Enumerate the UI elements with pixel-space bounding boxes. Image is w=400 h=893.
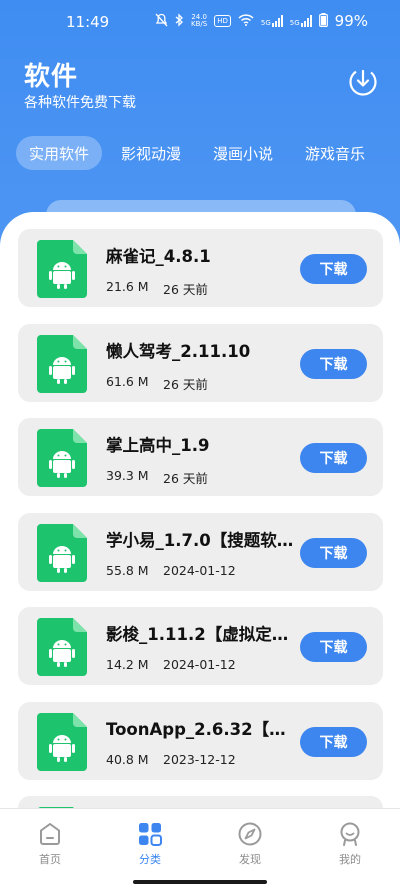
nav-home-label: 首页 xyxy=(39,853,61,866)
nav-profile-label: 我的 xyxy=(339,853,361,866)
tab-practical-software[interactable]: 实用软件 xyxy=(16,136,103,170)
app-name: 影梭_1.11.2【虚拟定位】 xyxy=(106,625,298,644)
signal-1: 5G xyxy=(261,15,283,27)
bluetooth-icon xyxy=(175,12,184,30)
app-list-sheet[interactable]: 麻雀记_4.8.1 21.6 M 26 天前 下载 懒人驾考_2.11.10 6… xyxy=(0,212,400,812)
page-subtitle: 各种软件免费下载 xyxy=(24,95,136,111)
download-button[interactable]: 下载 xyxy=(300,726,367,757)
page-title: 软件 xyxy=(24,62,79,92)
download-icon xyxy=(349,68,377,96)
app-date: 2023-12-12 xyxy=(163,751,236,767)
app-card[interactable]: 学小易_1.7.0【搜题软件】 55.8 M 2024-01-12 下载 xyxy=(18,512,383,591)
app-name: 麻雀记_4.8.1 xyxy=(106,247,211,266)
network-speed: 24.0 KB/S xyxy=(191,14,207,28)
category-grid-icon xyxy=(139,823,162,846)
app-size: 39.3 M xyxy=(106,468,149,483)
download-button[interactable]: 下载 xyxy=(300,537,367,568)
app-card[interactable]: ToonApp_2.6.32【专业版】 40.8 M 2023-12-12 下载 xyxy=(18,701,383,780)
signal-2: 5G xyxy=(290,15,312,27)
android-apk-file-icon xyxy=(37,523,87,582)
app-name: 懒人驾考_2.11.10 xyxy=(106,341,251,361)
download-button[interactable]: 下载 xyxy=(300,348,367,379)
app-date: 2024-01-12 xyxy=(163,657,236,672)
hd-badge: HD xyxy=(214,15,231,27)
bottom-navigation: 首页 分类 发现 我的 xyxy=(0,808,400,878)
android-apk-file-icon xyxy=(37,429,87,487)
compass-icon xyxy=(238,822,262,846)
android-apk-file-icon xyxy=(37,240,87,298)
nav-home[interactable]: 首页 xyxy=(0,809,100,878)
download-button[interactable]: 下载 xyxy=(300,632,367,662)
app-size: 61.6 M xyxy=(106,373,149,389)
nav-category[interactable]: 分类 xyxy=(100,809,200,878)
home-indicator[interactable] xyxy=(133,880,267,884)
app-name: 学小易_1.7.0【搜题软件】 xyxy=(106,530,298,550)
profile-icon xyxy=(340,822,360,846)
app-size: 55.8 M xyxy=(106,562,149,578)
app-card[interactable]: 懒人驾考_2.11.10 61.6 M 26 天前 下载 xyxy=(18,323,383,402)
app-date: 2024-01-12 xyxy=(163,562,236,578)
nav-profile[interactable]: 我的 xyxy=(300,809,400,878)
battery-icon xyxy=(318,12,328,30)
tab-comics-novels[interactable]: 漫画小说 xyxy=(200,136,286,170)
signal-bars-icon xyxy=(271,15,283,27)
app-card[interactable]: 影梭_1.11.2【虚拟定位】 14.2 M 2024-01-12 下载 xyxy=(18,607,383,685)
battery-percent: 99% xyxy=(334,12,368,30)
app-size: 14.2 M xyxy=(106,657,149,672)
nav-discover-label: 发现 xyxy=(239,853,261,866)
status-bar: 11:49 24.0 KB/S HD 5G 5G 99% xyxy=(0,0,400,44)
category-tabs: 实用软件 影视动漫 漫画小说 游戏音乐 xyxy=(16,136,378,170)
download-button[interactable]: 下载 xyxy=(300,254,367,284)
android-apk-file-icon xyxy=(37,334,87,393)
app-card[interactable]: 麻雀记_4.8.1 21.6 M 26 天前 下载 xyxy=(18,229,383,307)
app-list: 麻雀记_4.8.1 21.6 M 26 天前 下载 懒人驾考_2.11.10 6… xyxy=(18,229,383,812)
app-card[interactable]: 掌上高中_1.9 39.3 M 26 天前 下载 xyxy=(18,418,383,496)
tab-games-music[interactable]: 游戏音乐 xyxy=(292,136,378,170)
app-date: 26 天前 xyxy=(163,471,208,486)
signal-2-label: 5G xyxy=(289,19,300,27)
app-size: 40.8 M xyxy=(106,751,149,767)
app-name: ToonApp_2.6.32【专业版】 xyxy=(106,719,298,739)
home-icon xyxy=(40,823,60,845)
app-date: 26 天前 xyxy=(163,282,208,297)
nav-category-label: 分类 xyxy=(139,853,161,866)
app-date: 26 天前 xyxy=(163,376,208,392)
tab-film-anime[interactable]: 影视动漫 xyxy=(108,136,194,170)
download-button[interactable]: 下载 xyxy=(300,443,367,473)
mute-bell-icon xyxy=(155,13,168,30)
app-name: 掌上高中_1.9 xyxy=(106,436,210,455)
android-apk-file-icon xyxy=(37,712,87,771)
app-size: 21.6 M xyxy=(106,279,149,294)
android-apk-file-icon xyxy=(37,618,87,676)
download-manager-button[interactable] xyxy=(348,67,378,97)
nav-discover[interactable]: 发现 xyxy=(200,809,300,878)
signal-1-label: 5G xyxy=(260,19,271,27)
status-icons: 24.0 KB/S HD 5G 5G 99% xyxy=(155,12,368,30)
wifi-icon xyxy=(238,13,254,29)
status-time: 11:49 xyxy=(66,13,110,31)
signal-bars-icon xyxy=(300,15,312,27)
network-speed-unit: KB/S xyxy=(191,20,208,28)
